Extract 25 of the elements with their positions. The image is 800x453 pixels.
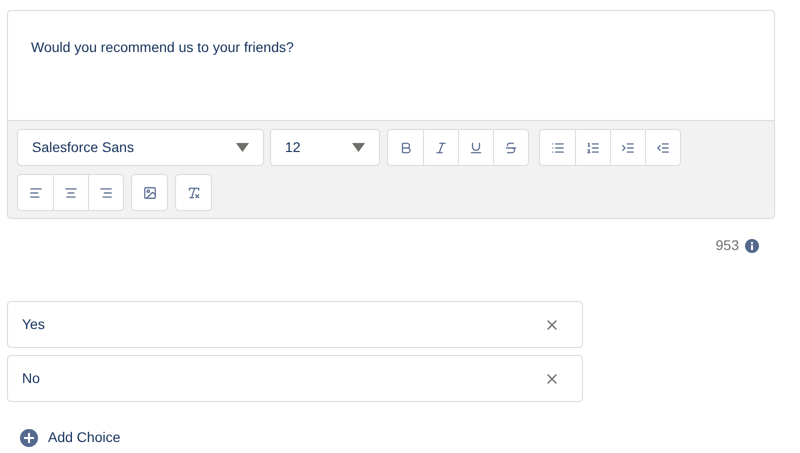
numbered-list-icon	[586, 140, 600, 154]
size-select[interactable]: 12	[270, 129, 380, 166]
choice-text: Yes	[22, 315, 45, 334]
info-icon	[745, 238, 759, 252]
bulleted-list-icon	[550, 140, 564, 154]
dropdown-caret-icon	[236, 143, 249, 152]
add-choice-link[interactable]: Add Choice	[20, 427, 120, 448]
italic-icon	[434, 140, 448, 154]
dropdown-caret-icon	[352, 143, 365, 152]
outdent-icon	[656, 140, 670, 154]
choice-field[interactable]: Yes	[7, 301, 583, 348]
align-right-icon	[99, 186, 113, 200]
choice-text: No	[22, 369, 40, 388]
choice-field[interactable]: No	[7, 355, 583, 402]
strikethrough-icon	[504, 140, 518, 154]
align-center-icon	[64, 186, 78, 200]
text-area[interactable]: Would you recommend us to your friends?	[8, 11, 774, 120]
underline-icon	[469, 140, 483, 154]
clear-formatting-icon	[186, 186, 200, 200]
image-icon	[142, 186, 156, 200]
plus-circle-icon	[20, 428, 38, 446]
character-count: 953	[716, 236, 739, 255]
indent-icon	[621, 140, 635, 154]
font-select[interactable]: Salesforce Sans	[17, 129, 264, 166]
align-left-icon	[28, 186, 42, 200]
